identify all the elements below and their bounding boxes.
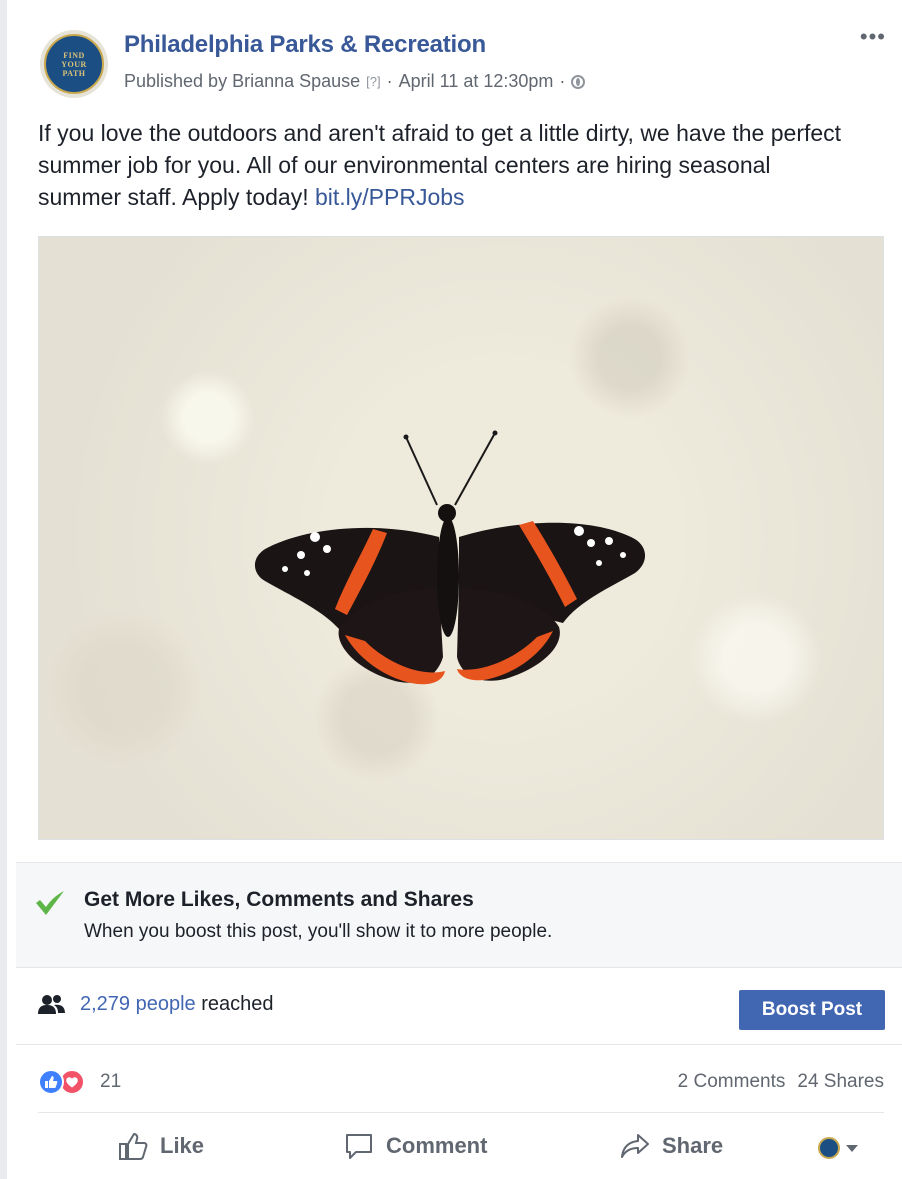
- reach-row: 2,279 people reached Boost Post: [16, 968, 902, 1045]
- comments-count[interactable]: 2 Comments: [678, 1071, 786, 1093]
- post-timestamp[interactable]: April 11 at 12:30pm: [399, 71, 554, 92]
- post-link[interactable]: bit.ly/PPRJobs: [315, 184, 465, 210]
- reactions-row: 21 2 Comments 24 Shares: [38, 1063, 884, 1103]
- left-gutter: [0, 0, 7, 1179]
- page-avatar-small-icon: [818, 1137, 840, 1159]
- butterfly-image: [254, 430, 646, 685]
- boost-banner-title: Get More Likes, Comments and Shares: [84, 888, 474, 911]
- page-name-link[interactable]: Philadelphia Parks & Recreation: [124, 31, 486, 59]
- comment-label: Comment: [386, 1133, 488, 1158]
- comment-button[interactable]: Comment: [344, 1131, 487, 1161]
- reaction-icons[interactable]: [38, 1069, 85, 1095]
- help-mark[interactable]: [?]: [366, 74, 380, 89]
- like-reaction-icon: [38, 1069, 64, 1095]
- share-label: Share: [662, 1133, 724, 1158]
- speech-bubble-icon: [346, 1134, 372, 1159]
- meta-separator-1: ·: [386, 71, 393, 91]
- reach-count-link[interactable]: 2,279 people: [80, 993, 196, 1015]
- published-by: Published by Brianna Spause: [124, 71, 361, 91]
- page-avatar[interactable]: FIND YOUR PATH: [40, 30, 108, 98]
- like-button[interactable]: Like: [118, 1131, 204, 1161]
- globe-icon[interactable]: [571, 74, 586, 89]
- logo-line-2: YOUR: [61, 59, 87, 69]
- meta-separator-2: ·: [559, 71, 566, 91]
- find-your-path-logo: FIND YOUR PATH: [44, 34, 104, 94]
- caret-down-icon: [846, 1144, 858, 1152]
- logo-line-1: FIND: [63, 50, 85, 60]
- reaction-count[interactable]: 21: [100, 1071, 121, 1093]
- boost-banner: Get More Likes, Comments and Shares When…: [16, 862, 902, 968]
- post-photo[interactable]: [38, 236, 884, 840]
- boost-banner-subtitle: When you boost this post, you'll show it…: [84, 921, 553, 942]
- more-options-icon[interactable]: •••: [860, 26, 886, 48]
- reach-suffix: reached: [201, 993, 274, 1015]
- share-arrow-icon: [621, 1134, 649, 1158]
- audience-selector[interactable]: [818, 1137, 858, 1159]
- action-bar: Like Comment Share: [38, 1112, 884, 1179]
- thumbs-up-icon: [119, 1132, 148, 1160]
- shares-count[interactable]: 24 Shares: [797, 1071, 884, 1093]
- like-label: Like: [160, 1133, 205, 1158]
- share-button[interactable]: Share: [620, 1131, 723, 1161]
- post-card: FIND YOUR PATH Philadelphia Parks & Recr…: [16, 0, 902, 1179]
- people-icon: [38, 995, 65, 1014]
- logo-line-3: PATH: [62, 68, 86, 78]
- post-meta: Published by Brianna Spause [?] · April …: [124, 71, 586, 92]
- post-body: If you love the outdoors and aren't afra…: [38, 117, 858, 213]
- reach-text: 2,279 people reached: [80, 993, 274, 1016]
- boost-post-button[interactable]: Boost Post: [739, 990, 885, 1030]
- engagement-counts: 2 Comments 24 Shares: [678, 1071, 884, 1093]
- leaf-check-icon: [36, 891, 64, 915]
